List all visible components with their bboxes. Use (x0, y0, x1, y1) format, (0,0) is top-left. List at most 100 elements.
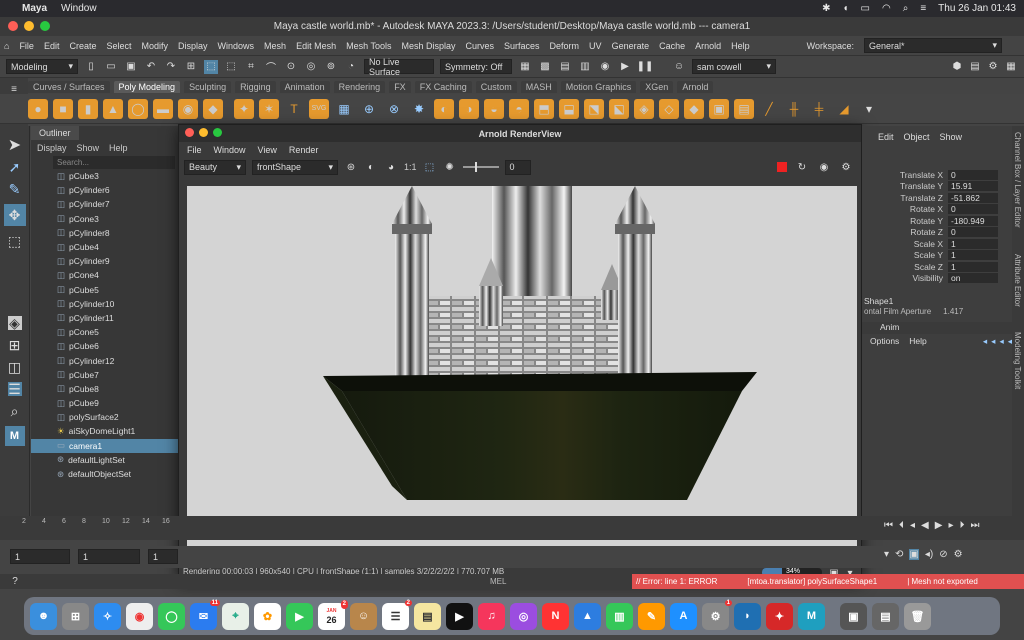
channel-row[interactable]: Rotate Y -180.949 (868, 215, 1012, 227)
layer-menu-help[interactable]: Help (909, 336, 926, 346)
outliner-item[interactable]: ◫ pCylinder7 (31, 197, 179, 211)
go-to-end-icon[interactable]: ⏭ (970, 520, 979, 531)
undo-icon[interactable]: ↶ (144, 60, 158, 74)
channel-row[interactable]: Rotate Z0 (868, 227, 1012, 239)
maya-logo-icon[interactable]: M (4, 426, 25, 446)
move-tool-icon[interactable]: ✥ (3, 204, 26, 226)
outliner-menu-show[interactable]: Show (77, 143, 100, 153)
recent-folder-icon[interactable]: ▤ (872, 602, 899, 630)
channel-row[interactable]: Rotate X0 (868, 204, 1012, 216)
edge-loop-icon[interactable]: ╫ (784, 99, 804, 119)
tab-arnold[interactable]: Arnold (677, 80, 714, 93)
refresh-render-icon[interactable]: ↻ (795, 160, 809, 174)
step-forward-icon[interactable]: ▸ (948, 520, 953, 531)
layer-menu-options[interactable]: Options (870, 336, 899, 346)
outliner-item[interactable]: ⊛ defaultLightSet (31, 453, 179, 467)
outliner-item[interactable]: ◫ pCylinder10 (31, 297, 179, 311)
outliner-item[interactable]: ◫ pCylinder6 (31, 183, 179, 197)
exposure-slider-handle[interactable] (474, 162, 477, 172)
maya-dock-icon[interactable]: M (798, 602, 825, 630)
app-store-icon[interactable]: A (670, 602, 697, 630)
outliner-item[interactable]: ◫ pCylinder11 (31, 311, 179, 325)
notes-icon[interactable]: ▤ (414, 602, 441, 630)
range-start-field[interactable]: 1 (78, 549, 140, 564)
acrobat-icon[interactable]: ✦ (766, 602, 793, 630)
ipr-toggle-icon[interactable]: ◉ (817, 160, 831, 174)
svg-tool-icon[interactable]: SVG (309, 98, 329, 119)
menu-deform[interactable]: Deform (550, 41, 580, 51)
channel-value[interactable]: 0 (948, 169, 998, 180)
stop-render-icon[interactable] (777, 162, 787, 172)
new-scene-icon[interactable]: ▯ (84, 60, 98, 74)
channel-row[interactable]: Translate Y 15.91 (868, 181, 1012, 193)
outliner-item[interactable]: ◫ pCube9 (31, 396, 179, 410)
poly-plane-icon[interactable]: ▬ (153, 98, 173, 119)
cb-menu-object[interactable]: Object (904, 132, 930, 142)
menu-mesh-display[interactable]: Mesh Display (401, 41, 455, 51)
poly-cube-icon[interactable]: ■ (53, 98, 73, 119)
finder-icon[interactable]: ☻ (30, 602, 57, 630)
step-back-key-icon[interactable]: ⏴ (899, 520, 904, 531)
render-icon[interactable]: ▦ (518, 60, 532, 74)
control-center-icon[interactable]: ≡ (920, 3, 926, 14)
combine-icon[interactable]: ⊕ (359, 99, 379, 119)
snap-grid-icon[interactable]: ⌗ (244, 60, 258, 74)
tab-animation[interactable]: Animation (279, 80, 330, 93)
tab-rigging[interactable]: Rigging (235, 80, 276, 93)
outliner-item[interactable]: ⊛ defaultObjectSet (31, 467, 179, 481)
layer-move-up-icon[interactable]: ◂ (999, 336, 1003, 347)
downloads-folder-icon[interactable]: ▣ (840, 602, 867, 630)
mel-label[interactable]: MEL (490, 577, 506, 586)
tab-fx-caching[interactable]: FX Caching (414, 80, 472, 93)
app-menu[interactable]: Maya (22, 3, 47, 14)
extrude-icon[interactable]: ⬒ (534, 98, 554, 119)
open-scene-icon[interactable]: ▭ (104, 60, 118, 74)
user-icon[interactable]: ☺ (672, 60, 686, 74)
chrome-icon[interactable]: ◉ (126, 602, 153, 630)
menu-uv[interactable]: UV (589, 41, 602, 51)
snap-curve-icon[interactable]: ⌒ (264, 60, 278, 74)
volume-icon[interactable]: ◖ (842, 3, 848, 14)
aov-dropdown[interactable]: Beauty ▾ (184, 159, 246, 175)
menu-display[interactable]: Display (178, 41, 208, 51)
uv-editor-icon[interactable]: ▦ (334, 99, 354, 119)
live-surface-icon[interactable]: ◔ (344, 60, 358, 74)
outliner-item[interactable]: ◫ pCone4 (31, 268, 179, 282)
menu-select[interactable]: Select (106, 41, 131, 51)
tab-mash[interactable]: MASH (520, 80, 557, 93)
outliner-item[interactable]: ◫ pCylinder8 (31, 226, 179, 240)
outliner-menu-display[interactable]: Display (37, 143, 67, 153)
boolean-union-icon[interactable]: ◐ (434, 98, 454, 119)
fill-hole-icon[interactable]: ⬕ (609, 98, 629, 119)
tab-curves-surfaces[interactable]: Curves / Surfaces (28, 80, 110, 93)
outliner-item[interactable]: ◫ pCylinder12 (31, 353, 179, 367)
tab-sculpting[interactable]: Sculpting (184, 80, 232, 93)
zoom-button[interactable] (40, 21, 50, 31)
type-tool-icon[interactable]: T (284, 99, 304, 119)
menu-cache[interactable]: Cache (659, 41, 685, 51)
outliner-item[interactable]: ☀ aiSkyDomeLight1 (31, 424, 179, 438)
cb-menu-edit[interactable]: Edit (878, 132, 894, 142)
multi-cut-icon[interactable]: ╱ (759, 99, 779, 119)
music-icon[interactable]: ♫ (478, 602, 505, 630)
start-frame-field[interactable]: 1 (10, 549, 70, 564)
auto-key-icon[interactable]: ▣ (909, 549, 919, 560)
poly-cone-icon[interactable]: ▲ (103, 98, 123, 119)
tab-fx[interactable]: FX (389, 80, 411, 93)
modeling-toolkit-icon[interactable]: ⬢ (950, 60, 964, 74)
menu-windows[interactable]: Windows (218, 41, 255, 51)
tab-xgen[interactable]: XGen (640, 80, 674, 93)
close-button[interactable] (8, 21, 18, 31)
bluetooth-icon[interactable]: ✱ (822, 3, 830, 14)
layer-new-selected-icon[interactable]: ◂ (991, 336, 995, 347)
facetime-icon[interactable]: ▶ (286, 602, 313, 630)
outliner-item[interactable]: ◫ polySurface2 (31, 410, 179, 424)
loop-icon[interactable]: ⟲ (895, 549, 903, 560)
launchpad-icon[interactable]: ⊞ (62, 602, 89, 630)
select-object-icon[interactable]: ⬚ (204, 59, 218, 74)
news-icon[interactable]: N (542, 602, 569, 630)
slide-edge-icon[interactable]: ╪ (809, 99, 829, 119)
poke-icon[interactable]: ▣ (709, 98, 729, 119)
menu-help[interactable]: Help (731, 41, 750, 51)
select-tool-icon[interactable]: ➤ (8, 137, 22, 154)
